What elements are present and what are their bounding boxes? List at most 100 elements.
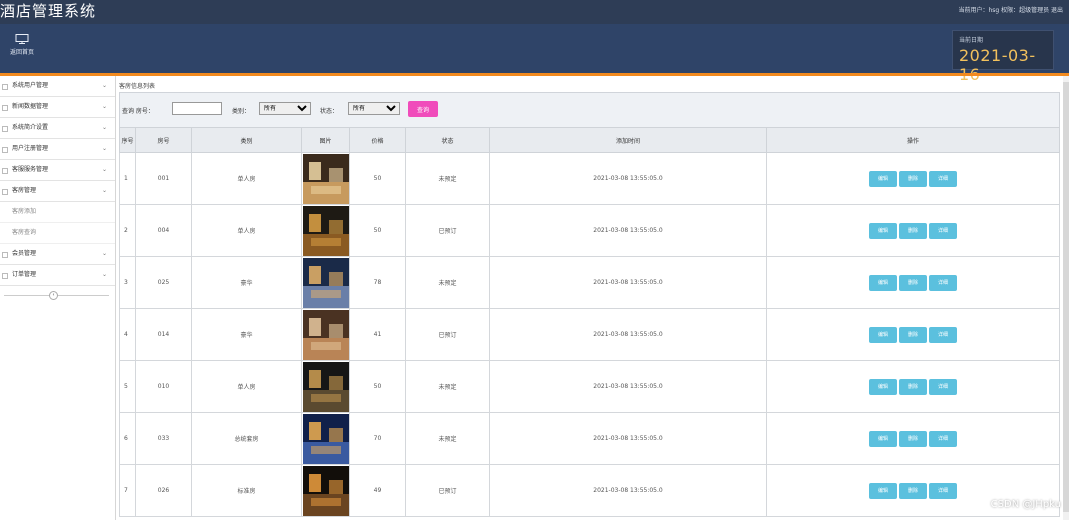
system-title: 酒店管理系统 [0, 2, 97, 20]
delete-button[interactable]: 删除 [899, 430, 927, 447]
room-photo [302, 153, 349, 204]
edit-button[interactable]: 编辑 [869, 170, 897, 187]
room-photo [302, 309, 349, 360]
main-content: 客房信息列表 查询 房号： 类别： 所有 状态： 所有 查询 序号 房号 类别 图片价… [116, 76, 1063, 520]
row-index: 1 [119, 152, 136, 205]
room-type: 单人房 [191, 204, 302, 257]
room-number: 025 [135, 256, 192, 309]
delete-button[interactable]: 删除 [899, 274, 927, 291]
detail-button[interactable]: 详细 [929, 326, 957, 343]
room-image-cell [301, 152, 350, 205]
row-index: 2 [119, 204, 136, 257]
menu-square-icon [2, 84, 8, 90]
sidebar-item-label: 新闻数据管理 [12, 103, 49, 110]
added-time: 2021-03-08 13:55:05.0 [489, 412, 767, 465]
home-button[interactable]: 返回首页 [6, 34, 38, 56]
delete-button[interactable]: 删除 [899, 170, 927, 187]
date-box: 当前日期 2021-03-16 [952, 30, 1054, 84]
home-label: 返回首页 [9, 49, 34, 56]
table-row: 4 014 豪华 41 已预订 2021-03-08 13:55:05.0 编辑 删除 详细 [119, 308, 1060, 361]
detail-button[interactable]: 详细 [929, 482, 957, 499]
search-bar: 查询 房号： 类别： 所有 状态： 所有 查询 [119, 92, 1060, 128]
user-info[interactable]: 当前用户：hsg 权限：超级管理员 退出 [958, 5, 1063, 14]
type-select[interactable]: 所有 [259, 102, 311, 115]
menu-square-icon [2, 126, 8, 132]
sidebar-menu-item[interactable]: 系统用户管理 ⌄ [0, 76, 115, 97]
edit-button[interactable]: 编辑 [869, 326, 897, 343]
sidebar-item-label: 系统简介设置 [12, 124, 49, 131]
sidebar-item-label: 会员管理 [12, 250, 37, 257]
room-type: 豪华 [191, 256, 302, 309]
room-price: 50 [349, 204, 406, 257]
sidebar-menu-item[interactable]: 客房管理 ⌄ [0, 181, 115, 202]
detail-button[interactable]: 详细 [929, 430, 957, 447]
room-photo [302, 413, 349, 464]
column-header: 房号 [135, 127, 192, 153]
actions-cell: 编辑 删除 详细 [766, 204, 1060, 257]
room-status: 未预定 [405, 152, 490, 205]
room-type: 豪华 [191, 308, 302, 361]
added-time: 2021-03-08 13:55:05.0 [489, 464, 767, 517]
room-price: 78 [349, 256, 406, 309]
sidebar-collapse[interactable]: ‹ [0, 288, 115, 302]
sidebar-menu-item[interactable]: 用户注册管理 ⌄ [0, 139, 115, 160]
sidebar-menu-item[interactable]: 新闻数据管理 ⌄ [0, 97, 115, 118]
edit-button[interactable]: 编辑 [869, 430, 897, 447]
sidebar-menu-item[interactable]: 订单管理 ⌄ [0, 265, 115, 286]
room-image-cell [301, 308, 350, 361]
added-time: 2021-03-08 13:55:05.0 [489, 360, 767, 413]
column-header: 添加时间 [489, 127, 767, 153]
table-row: 3 025 豪华 78 未预定 2021-03-08 13:55:05.0 编辑 删除 详细 [119, 256, 1060, 309]
status-select[interactable]: 所有 [348, 102, 400, 115]
sidebar-item-label: 系统用户管理 [12, 82, 49, 89]
room-photo [302, 361, 349, 412]
detail-button[interactable]: 详细 [929, 222, 957, 239]
sidebar-subitem[interactable]: 客房查询 [0, 223, 115, 244]
room-number: 026 [135, 464, 192, 517]
column-header: 图片 [301, 127, 350, 153]
scrollbar-thumb[interactable] [1063, 82, 1069, 512]
detail-button[interactable]: 详细 [929, 378, 957, 395]
sidebar-subitem[interactable]: 客房添加 [0, 202, 115, 223]
watermark: CSDN @JHpku [990, 499, 1061, 510]
sidebar-item-label: 客房管理 [12, 187, 37, 194]
delete-button[interactable]: 删除 [899, 222, 927, 239]
room-type: 总统套房 [191, 412, 302, 465]
delete-button[interactable]: 删除 [899, 326, 927, 343]
actions-cell: 编辑 删除 详细 [766, 152, 1060, 205]
actions-cell: 编辑 删除 详细 [766, 256, 1060, 309]
detail-button[interactable]: 详细 [929, 170, 957, 187]
sidebar-menu-item[interactable]: 系统简介设置 ⌄ [0, 118, 115, 139]
sidebar-menu-item[interactable]: 客服服务管理 ⌄ [0, 160, 115, 181]
room-number: 014 [135, 308, 192, 361]
edit-button[interactable]: 编辑 [869, 274, 897, 291]
chevron-down-icon: ⌄ [101, 187, 107, 194]
query-button[interactable]: 查询 [408, 101, 438, 117]
vertical-scrollbar[interactable] [1063, 76, 1069, 520]
delete-button[interactable]: 删除 [899, 378, 927, 395]
type-label: 类别： [232, 108, 251, 115]
edit-button[interactable]: 编辑 [869, 222, 897, 239]
table-row: 1 001 单人房 50 未预定 2021-03-08 13:55:05.0 编辑 删除 详细 [119, 152, 1060, 205]
room-status: 已预订 [405, 204, 490, 257]
room-number: 001 [135, 152, 192, 205]
room-status: 未预定 [405, 256, 490, 309]
room-table: 序号 房号 类别 图片 价格 状态 添加时间 操作 1 001 单人房 50 未预定 2021-03-0… [119, 127, 1060, 517]
room-number: 033 [135, 412, 192, 465]
room-number-input[interactable] [172, 102, 222, 115]
table-row: 5 010 单人房 50 未预定 2021-03-08 13:55:05.0 编辑 删除 详细 [119, 360, 1060, 413]
room-photo [302, 465, 349, 516]
sidebar-menu-item[interactable]: 会员管理 ⌄ [0, 244, 115, 265]
sidebar: 系统用户管理 ⌄ 新闻数据管理 ⌄ 系统简介设置 ⌄ 用户注册管理 ⌄ 客服服务管理 ⌄ 客房管理 ⌄… [0, 76, 116, 520]
collapse-toggle-icon[interactable]: ‹ [49, 291, 58, 300]
edit-button[interactable]: 编辑 [869, 482, 897, 499]
detail-button[interactable]: 详细 [929, 274, 957, 291]
edit-button[interactable]: 编辑 [869, 378, 897, 395]
row-index: 3 [119, 256, 136, 309]
date-label: 当前日期 [959, 37, 984, 44]
table-row: 6 033 总统套房 70 未预定 2021-03-08 13:55:05.0 编辑 删除 详细 [119, 412, 1060, 465]
delete-button[interactable]: 删除 [899, 482, 927, 499]
added-time: 2021-03-08 13:55:05.0 [489, 152, 767, 205]
room-status: 未预定 [405, 360, 490, 413]
added-time: 2021-03-08 13:55:05.0 [489, 204, 767, 257]
